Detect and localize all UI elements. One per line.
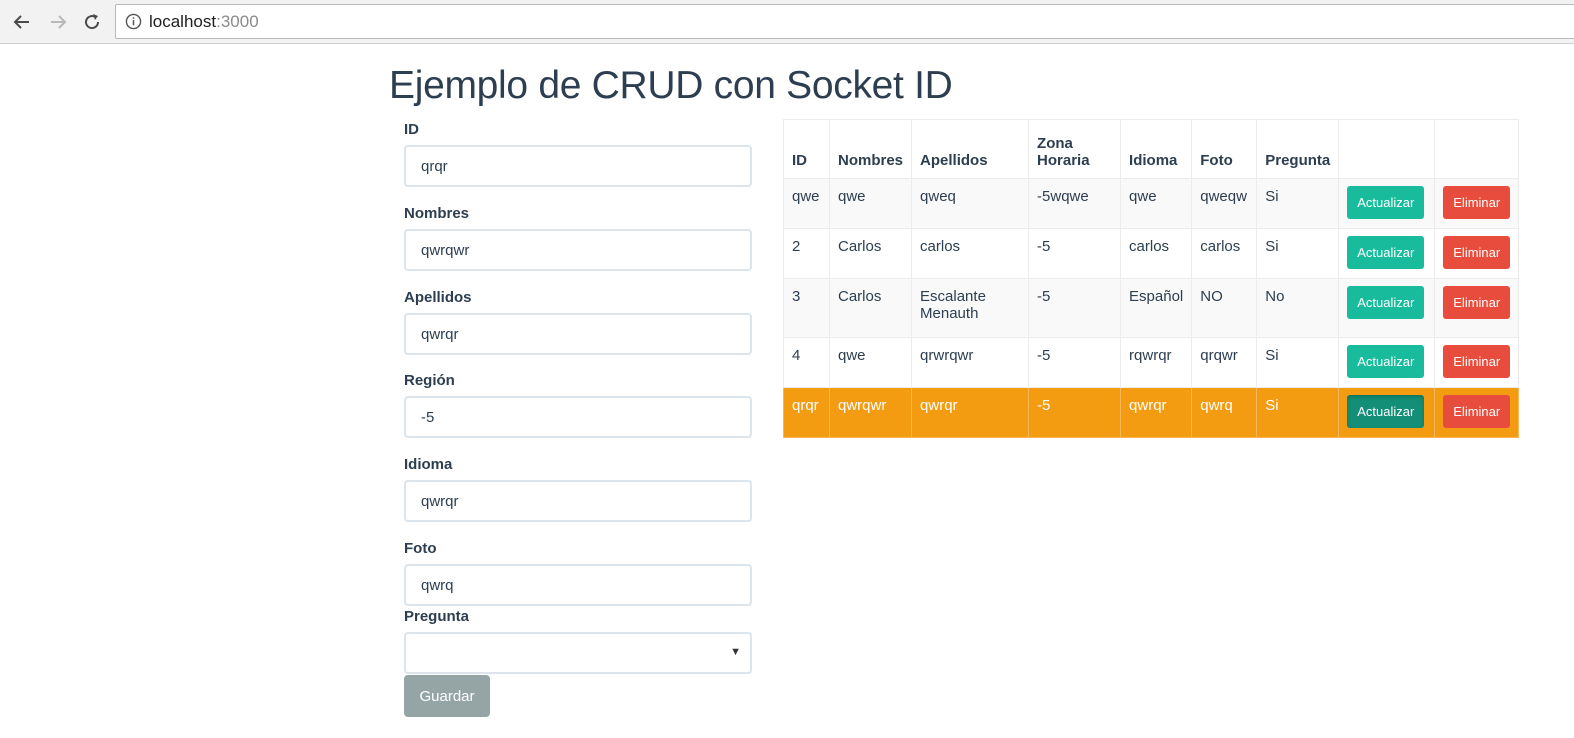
table-cell: rqwrqr: [1120, 337, 1193, 388]
delete-cell: Eliminar: [1434, 228, 1520, 279]
table-cell: 2: [783, 228, 830, 279]
update-button[interactable]: Actualizar: [1347, 186, 1425, 219]
table-row: 4 qwe qrwrqwr -5 rqwrqr qrqwr Si Actuali…: [783, 337, 1520, 388]
table-cell: qweqw: [1191, 178, 1258, 229]
delete-cell: Eliminar: [1434, 278, 1520, 338]
header-foto: Foto: [1191, 119, 1258, 179]
region-input[interactable]: [404, 396, 752, 438]
delete-button[interactable]: Eliminar: [1443, 395, 1511, 428]
nombres-label: Nombres: [404, 205, 470, 222]
pregunta-label: Pregunta: [404, 608, 470, 625]
delete-cell: Eliminar: [1434, 387, 1520, 438]
delete-button[interactable]: Eliminar: [1443, 186, 1511, 219]
update-cell: Actualizar: [1338, 278, 1436, 338]
delete-cell: Eliminar: [1434, 178, 1520, 229]
table-row-selected: qrqr qwrqwr qwrqr -5 qwrqr qwrq Si Actua…: [783, 387, 1520, 438]
table-cell: carlos: [1191, 228, 1258, 279]
forward-arrow-icon[interactable]: [47, 11, 69, 33]
table-row: 2 Carlos carlos -5 carlos carlos Si Actu…: [783, 228, 1520, 279]
url-host: localhost: [149, 12, 217, 31]
table-cell: Si: [1256, 337, 1340, 388]
table-cell: qwrqr: [1120, 387, 1193, 438]
table-cell: qrqr: [783, 387, 830, 438]
id-input[interactable]: [404, 145, 752, 187]
table-cell: -5wqwe: [1028, 178, 1122, 229]
update-cell: Actualizar: [1338, 178, 1436, 229]
table-cell: carlos: [1120, 228, 1193, 279]
table-cell: NO: [1191, 278, 1258, 338]
table-cell: -5: [1028, 228, 1122, 279]
table-cell: carlos: [911, 228, 1030, 279]
table-cell: -5: [1028, 337, 1122, 388]
reload-icon[interactable]: [81, 11, 103, 33]
update-cell: Actualizar: [1338, 228, 1436, 279]
id-label: ID: [404, 121, 419, 138]
table-cell: 4: [783, 337, 830, 388]
table-cell: qwe: [783, 178, 830, 229]
delete-button[interactable]: Eliminar: [1443, 286, 1511, 319]
table-cell: No: [1256, 278, 1340, 338]
back-arrow-icon[interactable]: [11, 11, 33, 33]
page-title: Ejemplo de CRUD con Socket ID: [389, 64, 953, 107]
table-cell: Carlos: [828, 228, 913, 279]
update-cell: Actualizar: [1338, 387, 1436, 438]
table-cell: Si: [1256, 387, 1340, 438]
update-cell: Actualizar: [1338, 337, 1436, 388]
header-nombres: Nombres: [828, 119, 913, 179]
pregunta-select[interactable]: ▼: [404, 632, 752, 674]
update-button[interactable]: Actualizar: [1347, 236, 1425, 269]
table-cell: qwe: [828, 337, 913, 388]
idioma-input[interactable]: [404, 480, 752, 522]
records-table: ID Nombres Apellidos Zona Horaria Idioma…: [783, 119, 1520, 438]
url-port: :3000: [216, 12, 259, 31]
header-zona-horaria: Zona Horaria: [1028, 119, 1122, 179]
apellidos-label: Apellidos: [404, 289, 472, 306]
header-apellidos: Apellidos: [911, 119, 1030, 179]
info-icon[interactable]: [125, 13, 142, 30]
table-cell: qwrqr: [911, 387, 1030, 438]
table-cell: qwrqwr: [828, 387, 913, 438]
header-update: [1338, 119, 1436, 179]
delete-button[interactable]: Eliminar: [1443, 236, 1511, 269]
table-cell: Carlos: [828, 278, 913, 338]
foto-label: Foto: [404, 540, 437, 557]
update-button[interactable]: Actualizar: [1347, 345, 1425, 378]
delete-button[interactable]: Eliminar: [1443, 345, 1511, 378]
table-cell: Si: [1256, 228, 1340, 279]
header-idioma: Idioma: [1120, 119, 1193, 179]
update-button[interactable]: Actualizar: [1347, 286, 1425, 319]
address-bar[interactable]: localhost:3000: [115, 4, 1574, 39]
table-cell: qweq: [911, 178, 1030, 229]
table-cell: Escalante Menauth: [911, 278, 1030, 338]
table-cell: qwe: [1120, 178, 1193, 229]
foto-input[interactable]: [404, 564, 752, 606]
table-cell: qwrq: [1191, 387, 1258, 438]
table-header-row: ID Nombres Apellidos Zona Horaria Idioma…: [783, 119, 1520, 179]
table-row: 3 Carlos Escalante Menauth -5 Español NO…: [783, 278, 1520, 338]
table-cell: qrqwr: [1191, 337, 1258, 388]
header-pregunta: Pregunta: [1256, 119, 1340, 179]
table-cell: Español: [1120, 278, 1193, 338]
save-button[interactable]: Guardar: [404, 675, 490, 717]
url-text: localhost:3000: [149, 12, 259, 32]
apellidos-input[interactable]: [404, 313, 752, 355]
browser-toolbar: localhost:3000: [0, 0, 1574, 44]
region-label: Región: [404, 372, 455, 389]
header-id: ID: [783, 119, 830, 179]
caret-down-icon: ▼: [730, 646, 741, 658]
table-cell: Si: [1256, 178, 1340, 229]
nombres-input[interactable]: [404, 229, 752, 271]
idioma-label: Idioma: [404, 456, 453, 473]
table-cell: 3: [783, 278, 830, 338]
update-button[interactable]: Actualizar: [1347, 395, 1425, 428]
header-delete: [1434, 119, 1520, 179]
table-cell: -5: [1028, 278, 1122, 338]
table-cell: qrwrqwr: [911, 337, 1030, 388]
table-cell: -5: [1028, 387, 1122, 438]
table-cell: qwe: [828, 178, 913, 229]
delete-cell: Eliminar: [1434, 337, 1520, 388]
table-row: qwe qwe qweq -5wqwe qwe qweqw Si Actuali…: [783, 178, 1520, 229]
